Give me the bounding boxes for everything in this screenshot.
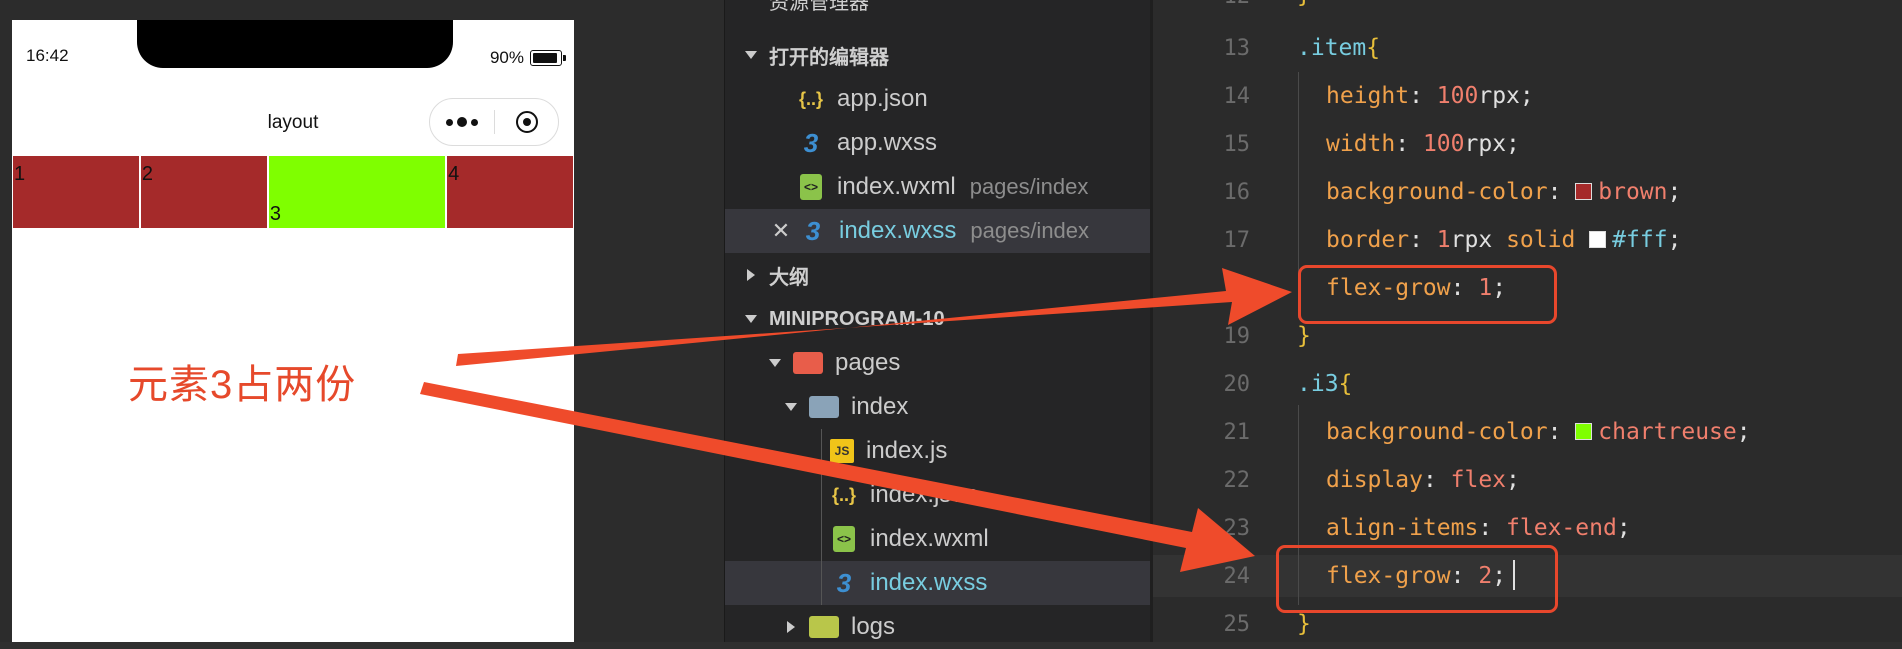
css-file-icon: 3: [803, 127, 819, 158]
code-line-22: display: flex;: [1326, 467, 1520, 493]
code-line-21: background-color: chartreuse;: [1326, 419, 1751, 445]
json-file-icon: {..}: [798, 88, 823, 109]
chevron-right-icon: [787, 621, 795, 633]
code-line-14: height: 100rpx;: [1326, 83, 1534, 109]
phone-screen: 16:42 90% layout 1 2 3 4: [12, 20, 574, 642]
json-file-icon: {..}: [831, 484, 856, 505]
close-icon[interactable]: ✕: [771, 218, 791, 244]
flex-container: 1 2 3 4: [12, 155, 574, 229]
line-number: 17: [1223, 228, 1251, 253]
more-menu-button[interactable]: [430, 99, 494, 145]
chevron-down-icon: [745, 51, 757, 59]
folder-index[interactable]: index: [725, 385, 1210, 429]
simulator-panel: 16:42 90% layout 1 2 3 4 元素3占两份: [0, 0, 725, 642]
code-line-19: }: [1297, 323, 1311, 349]
battery-icon: [530, 50, 566, 66]
battery-percent: 90%: [489, 48, 524, 67]
target-icon: [515, 111, 538, 133]
line-number: 18: [1223, 276, 1251, 301]
code-line-16: background-color: brown;: [1326, 179, 1682, 205]
line-number: 16: [1223, 180, 1251, 205]
phone-notch: [137, 20, 453, 68]
line-number: 14: [1223, 84, 1251, 109]
line-number: 15: [1223, 132, 1251, 157]
line-number: 20: [1223, 372, 1251, 397]
code-line-25: }: [1297, 611, 1311, 637]
line-number: 12: [1190, 0, 1251, 9]
chevron-down-icon: [769, 359, 781, 367]
close-mini-program-button[interactable]: [495, 99, 558, 145]
folder-icon: [793, 352, 823, 374]
folder-icon: [809, 616, 839, 638]
line-number: 25: [1223, 612, 1251, 637]
flex-item-3: 3: [267, 155, 447, 229]
open-file-app-json[interactable]: {..} app.json: [725, 77, 1222, 121]
line-number: 13: [1223, 36, 1251, 61]
flex-item-2: 2: [139, 155, 268, 229]
code-line-23: align-items: flex-end;: [1326, 515, 1631, 541]
open-file-app-wxss[interactable]: 3 app.wxss: [725, 121, 1222, 165]
line-number: 21: [1223, 420, 1251, 445]
flex-item-1: 1: [12, 155, 140, 229]
folder-open-icon: [809, 396, 839, 418]
color-swatch-white[interactable]: [1589, 231, 1607, 248]
status-time: 16:42: [26, 46, 69, 65]
css-file-icon: 3: [836, 567, 852, 598]
chevron-down-icon: [785, 403, 797, 411]
color-swatch-chartreuse[interactable]: [1575, 423, 1593, 440]
code-line-17: border: 1rpx solid #fff;: [1326, 227, 1682, 253]
status-battery: 90%: [489, 48, 566, 68]
highlight-box-flex-grow-2: [1276, 545, 1558, 613]
color-swatch-brown[interactable]: [1575, 183, 1593, 200]
code-line-20: .i3{: [1297, 371, 1353, 397]
line-number: 22: [1223, 468, 1251, 493]
line-number: 24: [1223, 564, 1251, 589]
wxml-file-icon: <>: [830, 525, 858, 553]
code-line-13: .item{: [1297, 35, 1381, 61]
mini-program-capsule: [429, 98, 559, 146]
code-line-15: width: 100rpx;: [1326, 131, 1520, 157]
code-line-12: }: [1297, 0, 1311, 8]
file-explorer: 资源管理器 打开的编辑器 {..} app.json 3 app.wxss <>…: [725, 0, 1255, 642]
line-number: 19: [1223, 324, 1251, 349]
css-file-icon: 3: [805, 215, 821, 246]
wxml-file-icon: <>: [797, 173, 825, 201]
outline-header[interactable]: 大纲: [725, 253, 1170, 297]
open-file-index-wxss[interactable]: ✕ 3 index.wxss pages/index: [725, 209, 1196, 253]
project-header[interactable]: MINIPROGRAM-10: [725, 297, 1170, 341]
annotation-text: 元素3占两份: [128, 363, 357, 407]
open-editors-header[interactable]: 打开的编辑器: [725, 33, 1170, 77]
chevron-down-icon: [745, 315, 757, 323]
folder-pages[interactable]: pages: [725, 341, 1194, 385]
more-dots-icon: [446, 118, 453, 126]
highlight-box-flex-grow-1: [1298, 265, 1557, 324]
open-file-index-wxml[interactable]: <> index.wxml pages/index: [725, 165, 1222, 209]
flex-item-4: 4: [446, 155, 574, 229]
explorer-title: 资源管理器: [769, 0, 869, 14]
chevron-right-icon: [747, 269, 755, 281]
folder-logs[interactable]: logs: [725, 605, 1210, 649]
js-file-icon: JS: [830, 439, 854, 463]
line-number: 23: [1223, 516, 1251, 541]
